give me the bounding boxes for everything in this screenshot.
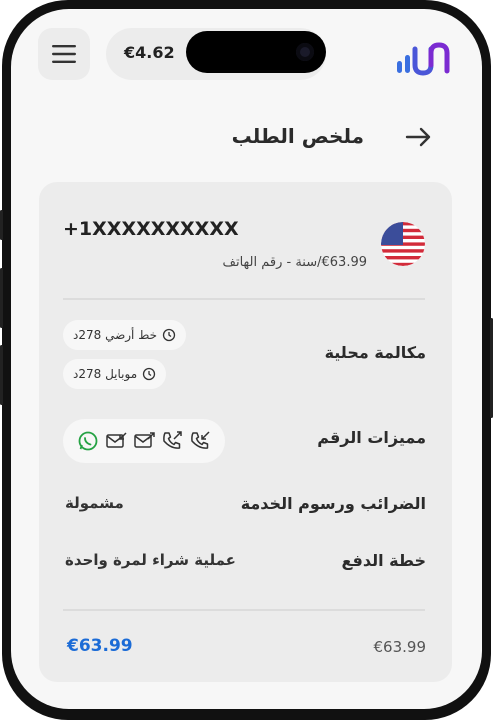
hamburger-menu-icon xyxy=(52,45,76,63)
landline-chip: خط أرضي 278د xyxy=(63,320,187,350)
volume-up-button xyxy=(0,268,3,328)
phone-screen: €4.62 ملخص الطلب +1XXXXXXXXXX €63.99/سنة… xyxy=(11,9,482,709)
taxes-label: الضرائب ورسوم الخدمة xyxy=(240,494,426,513)
camera-lens xyxy=(296,43,314,61)
outgoing-sms-icon xyxy=(134,432,155,448)
taxes-value: مشمولة xyxy=(65,494,124,512)
page-title: ملخص الطلب xyxy=(231,124,364,148)
mobile-chip: موبايل 278د xyxy=(63,359,167,389)
volume-down-button xyxy=(0,345,3,405)
incoming-sms-icon xyxy=(106,432,127,448)
plan-label: خطة الدفع xyxy=(341,551,426,570)
total-amount: €63.99 xyxy=(67,636,133,656)
clock-icon xyxy=(142,367,156,381)
total-label: €63.99 xyxy=(373,638,427,656)
menu-button[interactable] xyxy=(38,28,90,80)
order-summary-card: +1XXXXXXXXXX €63.99/سنة - رقم الهاتف مكا… xyxy=(39,182,452,682)
side-button xyxy=(0,210,3,240)
landline-chip-text: خط أرضي 278د xyxy=(73,328,158,342)
incoming-call-icon xyxy=(191,431,210,449)
us-flag-icon xyxy=(381,222,425,266)
balance-amount: €4.62 xyxy=(124,43,175,62)
divider xyxy=(63,609,425,611)
back-arrow-icon[interactable] xyxy=(403,122,433,152)
features-icons xyxy=(63,419,225,463)
whatsapp-icon xyxy=(78,431,98,451)
outgoing-call-icon xyxy=(163,431,182,449)
clock-icon xyxy=(162,328,176,342)
phone-number: +1XXXXXXXXXX xyxy=(63,218,239,240)
phone-frame: €4.62 ملخص الطلب +1XXXXXXXXXX €63.99/سنة… xyxy=(2,0,491,720)
local-call-label: مكالمة محلية xyxy=(324,343,426,362)
price-line: €63.99/سنة - رقم الهاتف xyxy=(222,255,368,270)
plan-value: عملية شراء لمرة واحدة xyxy=(65,551,236,569)
divider xyxy=(63,298,425,300)
features-label: مميزات الرقم xyxy=(317,428,426,447)
mobile-chip-text: موبايل 278د xyxy=(73,367,138,381)
brand-logo xyxy=(397,42,450,76)
